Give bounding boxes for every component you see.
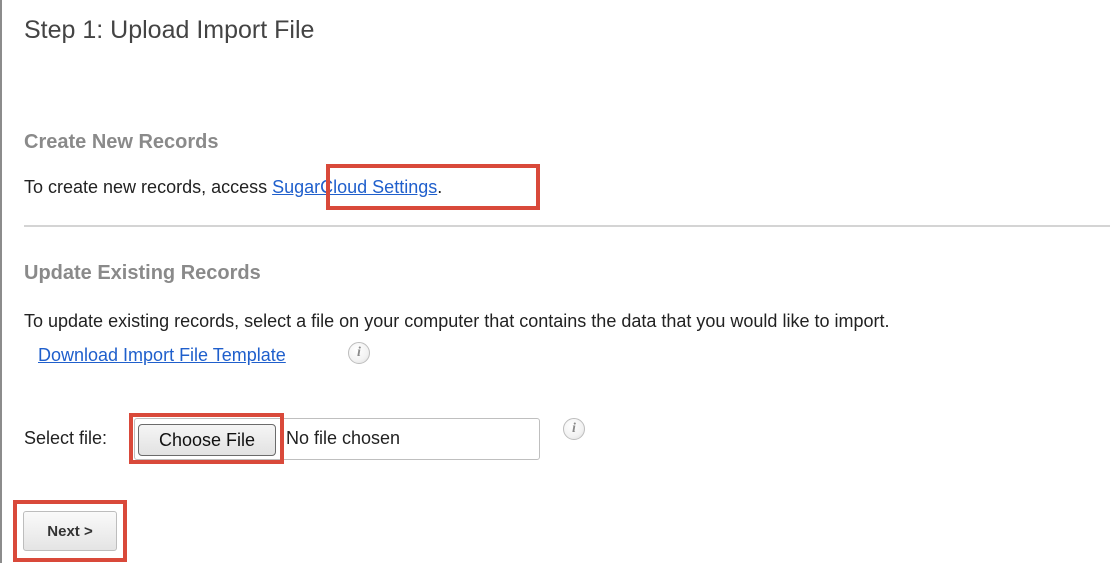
info-icon[interactable]: i xyxy=(348,342,370,364)
left-border xyxy=(0,0,2,563)
highlight-choose-file xyxy=(129,413,284,464)
update-records-heading: Update Existing Records xyxy=(24,262,261,284)
highlight-next xyxy=(13,500,127,562)
update-records-description: To update existing records, select a fil… xyxy=(24,311,890,331)
highlight-sugarcloud-settings xyxy=(326,164,540,210)
create-records-heading: Create New Records xyxy=(24,131,219,153)
info-icon[interactable]: i xyxy=(563,418,585,440)
download-template-link[interactable]: Download Import File Template xyxy=(38,345,286,366)
file-status-text: No file chosen xyxy=(286,428,401,448)
select-file-label: Select file: xyxy=(24,428,108,448)
section-divider xyxy=(24,225,1110,227)
create-records-prefix: To create new records, access xyxy=(24,177,273,197)
page-title: Step 1: Upload Import File xyxy=(24,16,315,44)
